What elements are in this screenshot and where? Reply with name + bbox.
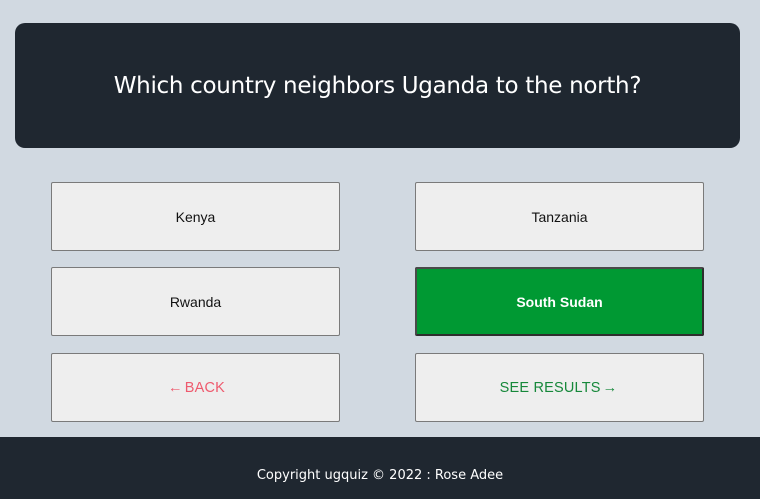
answer-button-rwanda[interactable]: Rwanda (51, 267, 340, 336)
arrow-left-icon: ← (168, 379, 183, 396)
question-card: Which country neighbors Uganda to the no… (15, 23, 740, 148)
answer-label: Tanzania (531, 208, 588, 225)
answer-label: Kenya (175, 208, 216, 225)
answer-button-tanzania[interactable]: Tanzania (415, 182, 704, 251)
question-text: Which country neighbors Uganda to the no… (113, 72, 642, 99)
see-results-button[interactable]: SEE RESULTS → (415, 353, 704, 422)
back-button[interactable]: ← BACK (51, 353, 340, 422)
back-label: BACK (184, 379, 225, 396)
footer-copyright: Copyright ugquiz © 2022 : Rose Adee (256, 467, 504, 483)
see-results-label: SEE RESULTS (499, 379, 601, 396)
answer-label: South Sudan (516, 293, 603, 310)
answer-button-south-sudan[interactable]: South Sudan (415, 267, 704, 336)
answer-label: Rwanda (169, 293, 222, 310)
arrow-right-icon: → (602, 379, 618, 396)
footer: Copyright ugquiz © 2022 : Rose Adee (0, 437, 760, 499)
answer-button-kenya[interactable]: Kenya (51, 182, 340, 251)
